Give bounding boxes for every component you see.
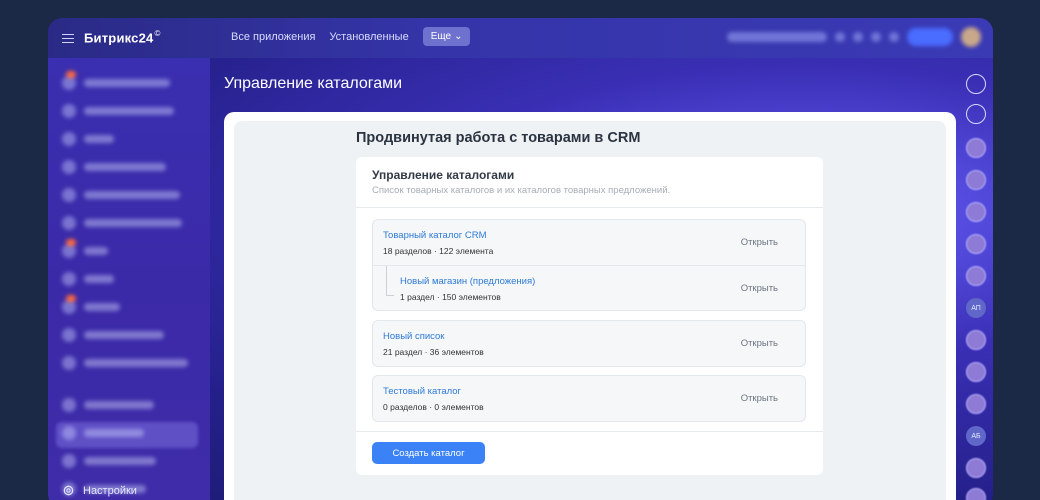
sidebar-item-3[interactable] bbox=[62, 132, 114, 146]
burger-icon[interactable] bbox=[62, 33, 74, 44]
avatar-initials[interactable]: АП bbox=[966, 298, 986, 318]
page-title: Управление каталогами bbox=[224, 75, 403, 92]
top-nav: Все приложения Установленные Еще ⌄ bbox=[231, 27, 471, 46]
content-card: Продвинутая работа с товарами в CRM Упра… bbox=[224, 112, 956, 500]
sidebar-item-11[interactable] bbox=[62, 356, 188, 370]
avatar[interactable] bbox=[966, 234, 986, 254]
mail-icon[interactable] bbox=[853, 32, 863, 42]
sidebar-item-icon bbox=[62, 216, 76, 230]
avatar[interactable] bbox=[966, 202, 986, 222]
catalog-child-row: Новый магазин (предложения) 1 раздел · 1… bbox=[373, 265, 805, 310]
brand-mark: © bbox=[154, 29, 161, 38]
nav-installed[interactable]: Установленные bbox=[329, 31, 408, 43]
catalog-meta: 18 разделов · 122 элемента bbox=[383, 246, 494, 256]
sidebar-item-7[interactable] bbox=[62, 239, 108, 258]
chat-icon[interactable] bbox=[966, 104, 986, 124]
sidebar bbox=[48, 58, 210, 500]
sidebar-item-9[interactable] bbox=[62, 295, 120, 314]
sidebar-item-4[interactable] bbox=[62, 160, 166, 174]
bell-icon[interactable] bbox=[966, 74, 986, 94]
sidebar-item-icon bbox=[62, 188, 76, 202]
catalog-meta: 1 раздел · 150 элементов bbox=[400, 292, 501, 302]
sidebar-item-10[interactable] bbox=[62, 328, 164, 342]
sidebar-item-icon bbox=[62, 272, 76, 286]
sidebar-item-13[interactable] bbox=[62, 426, 144, 440]
search-field[interactable] bbox=[727, 32, 827, 42]
catalog-meta: 21 раздел · 36 элементов bbox=[383, 347, 484, 357]
sidebar-item-2[interactable] bbox=[62, 104, 174, 118]
catalogs-panel: Управление каталогами Список товарных ка… bbox=[356, 157, 823, 475]
gear-icon bbox=[63, 485, 74, 496]
sidebar-item-icon bbox=[62, 398, 76, 412]
open-button[interactable]: Открыть bbox=[741, 338, 778, 349]
help-icon[interactable] bbox=[889, 32, 899, 42]
sidebar-item-icon bbox=[62, 454, 76, 468]
user-avatar[interactable] bbox=[961, 27, 981, 47]
calendar-icon[interactable] bbox=[871, 32, 881, 42]
right-rail: АП АБ bbox=[959, 58, 993, 500]
sidebar-item-icon bbox=[62, 132, 76, 146]
panel-header: Управление каталогами Список товарных ка… bbox=[372, 168, 670, 196]
avatar[interactable] bbox=[966, 458, 986, 478]
panel-title: Управление каталогами bbox=[372, 168, 515, 182]
time-pill[interactable] bbox=[907, 28, 953, 46]
catalog-meta: 0 разделов · 0 элементов bbox=[383, 402, 484, 412]
avatar[interactable] bbox=[966, 330, 986, 350]
divider bbox=[356, 207, 823, 208]
catalog-name-link[interactable]: Новый магазин (предложения) bbox=[400, 276, 535, 287]
sidebar-item-8[interactable] bbox=[62, 272, 114, 286]
catalog-name-link[interactable]: Тестовый каталог bbox=[383, 386, 461, 397]
nav-more-label: Еще bbox=[430, 31, 452, 42]
chevron-down-icon: ⌄ bbox=[454, 31, 463, 42]
sidebar-item-icon bbox=[62, 426, 76, 440]
nav-all-apps[interactable]: Все приложения bbox=[231, 31, 315, 43]
catalog-group: Товарный каталог CRM 18 разделов · 122 э… bbox=[372, 219, 806, 311]
top-right-controls bbox=[727, 27, 981, 47]
catalog-group: Новый список 21 раздел · 36 элементов От… bbox=[372, 320, 806, 367]
sidebar-item-14[interactable] bbox=[62, 454, 156, 468]
sidebar-item-icon bbox=[62, 71, 76, 90]
sidebar-item-5[interactable] bbox=[62, 188, 180, 202]
catalog-name-link[interactable]: Товарный каталог CRM bbox=[383, 230, 487, 241]
sidebar-item-icon bbox=[62, 160, 76, 174]
brand: Битрикс24© bbox=[62, 29, 160, 47]
open-button[interactable]: Открыть bbox=[741, 237, 778, 248]
catalog-row: Товарный каталог CRM 18 разделов · 122 э… bbox=[373, 220, 805, 265]
app-window: Битрикс24© Все приложения Установленные … bbox=[48, 18, 993, 500]
phone-icon[interactable] bbox=[835, 32, 845, 42]
brand-name[interactable]: Битрикс24 bbox=[84, 30, 153, 45]
sidebar-settings[interactable]: Настройки bbox=[62, 484, 137, 497]
sidebar-item-12[interactable] bbox=[62, 398, 154, 412]
divider bbox=[356, 431, 823, 432]
avatar[interactable] bbox=[966, 266, 986, 286]
sidebar-item-icon bbox=[62, 328, 76, 342]
avatar[interactable] bbox=[966, 362, 986, 382]
catalog-group: Тестовый каталог 0 разделов · 0 элементо… bbox=[372, 375, 806, 422]
sidebar-item-6[interactable] bbox=[62, 216, 182, 230]
tree-connector bbox=[386, 266, 394, 296]
top-bar: Битрикс24© Все приложения Установленные … bbox=[48, 18, 993, 58]
open-button[interactable]: Открыть bbox=[741, 283, 778, 294]
panel-subtitle: Список товарных каталогов и их каталогов… bbox=[372, 185, 671, 196]
sidebar-item-icon bbox=[62, 356, 76, 370]
content-heading: Продвинутая работа с товарами в CRM bbox=[356, 130, 641, 146]
catalog-row: Тестовый каталог 0 разделов · 0 элементо… bbox=[373, 376, 805, 421]
avatar[interactable] bbox=[966, 138, 986, 158]
sidebar-item-icon bbox=[62, 295, 76, 314]
avatar-initials[interactable]: АБ bbox=[966, 426, 986, 446]
catalog-name-link[interactable]: Новый список bbox=[383, 331, 444, 342]
settings-label: Настройки bbox=[83, 484, 137, 497]
sidebar-item-icon bbox=[62, 239, 76, 258]
catalog-row: Новый список 21 раздел · 36 элементов От… bbox=[373, 321, 805, 366]
avatar[interactable] bbox=[966, 170, 986, 190]
create-catalog-button[interactable]: Создать каталог bbox=[372, 442, 485, 464]
avatar[interactable] bbox=[966, 394, 986, 414]
sidebar-item-1[interactable] bbox=[62, 71, 170, 90]
open-button[interactable]: Открыть bbox=[741, 393, 778, 404]
content-area: Продвинутая работа с товарами в CRM Упра… bbox=[234, 121, 946, 500]
nav-more-button[interactable]: Еще ⌄ bbox=[422, 27, 471, 46]
avatar[interactable] bbox=[966, 488, 986, 500]
sidebar-item-icon bbox=[62, 104, 76, 118]
